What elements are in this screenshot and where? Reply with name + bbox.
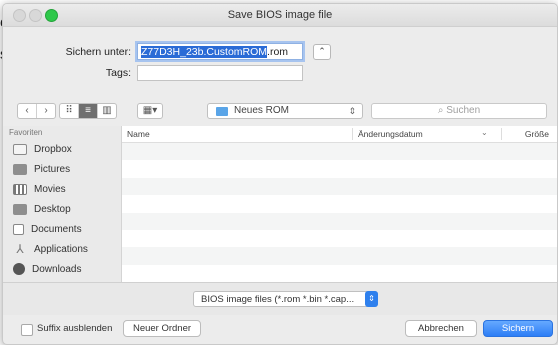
filename-extension: .rom xyxy=(267,46,289,58)
save-as-label: Sichern unter: xyxy=(65,45,131,58)
filename-selected-text: Z77D3H_23b.CustomROM xyxy=(141,46,268,58)
file-list-header: Name Änderungsdatum ⌄ Größe xyxy=(122,126,557,143)
sidebar-item-pictures[interactable]: Pictures xyxy=(3,159,121,179)
sidebar-item-applications[interactable]: ⅄ Applications xyxy=(3,239,121,259)
save-as-row: Sichern unter: Z77D3H_23b.CustomROM.rom … xyxy=(3,43,331,60)
list-row xyxy=(122,160,557,177)
popup-arrows-icon: ⇕ xyxy=(365,291,378,307)
search-icon: ⌕ xyxy=(437,105,444,116)
list-row xyxy=(122,195,557,212)
arrange-button[interactable]: ▦▾ xyxy=(137,103,163,119)
view-mode-control: ⠿ ≡ ▥ xyxy=(59,103,117,119)
list-row xyxy=(122,230,557,247)
sidebar-item-label: Dropbox xyxy=(34,143,72,155)
save-button[interactable]: Sichern xyxy=(483,320,553,337)
tags-input[interactable] xyxy=(137,65,303,81)
grid-icon: ▦▾ xyxy=(142,105,158,116)
browser-toolbar: ‹ › ⠿ ≡ ▥ ▦▾ Neues ROM ⇕ ⌕ Suchen xyxy=(3,101,557,125)
sidebar: Favoriten Dropbox Pictures Movies Deskto… xyxy=(3,126,122,282)
sidebar-item-label: Movies xyxy=(34,183,66,195)
dialog-footer: Suffix ausblenden Neuer Ordner Abbrechen… xyxy=(3,315,557,344)
sidebar-item-label: Pictures xyxy=(34,163,71,175)
column-header-size[interactable]: Größe xyxy=(525,129,549,139)
forward-button[interactable]: › xyxy=(37,104,55,118)
chevron-up-icon: ⌃ xyxy=(318,45,326,56)
file-format-label: BIOS image files (*.rom *.bin *.cap... xyxy=(201,294,355,305)
column-divider[interactable] xyxy=(501,128,502,140)
hide-extension-checkbox[interactable] xyxy=(21,324,33,336)
file-list[interactable]: Name Änderungsdatum ⌄ Größe xyxy=(122,126,557,282)
save-dialog: Save BIOS image file Sichern unter: Z77D… xyxy=(2,3,558,345)
folder-icon xyxy=(216,107,228,116)
applications-icon: ⅄ xyxy=(16,241,24,256)
cancel-button[interactable]: Abbrechen xyxy=(405,320,477,337)
sidebar-item-label: Downloads xyxy=(32,263,82,275)
column-header-name[interactable]: Name xyxy=(127,129,150,139)
collapse-button[interactable]: ⌃ xyxy=(313,43,331,60)
sidebar-item-movies[interactable]: Movies xyxy=(3,179,121,199)
title-bar: Save BIOS image file xyxy=(3,4,557,27)
sidebar-item-label: Documents xyxy=(31,223,82,235)
new-folder-button[interactable]: Neuer Ordner xyxy=(123,320,201,337)
filename-input[interactable]: Z77D3H_23b.CustomROM.rom xyxy=(137,43,303,60)
tags-label: Tags: xyxy=(105,67,131,79)
list-row xyxy=(122,177,557,196)
dialog-title: Save BIOS image file xyxy=(227,9,333,21)
list-row xyxy=(122,265,557,282)
hide-extension-label[interactable]: Suffix ausblenden xyxy=(37,323,112,334)
file-format-select[interactable]: BIOS image files (*.rom *.bin *.cap... ⇕ xyxy=(193,291,378,307)
back-button[interactable]: ‹ xyxy=(18,104,37,118)
camera-icon xyxy=(13,163,27,175)
format-bar: BIOS image files (*.rom *.bin *.cap... ⇕ xyxy=(3,282,557,315)
folder-icon xyxy=(13,143,27,155)
tags-row: Tags: xyxy=(3,65,303,81)
sidebar-item-desktop[interactable]: Desktop xyxy=(3,199,121,219)
document-icon xyxy=(13,223,24,235)
download-icon xyxy=(13,263,25,275)
sidebar-item-documents[interactable]: Documents xyxy=(3,219,121,239)
search-field[interactable]: ⌕ Suchen xyxy=(371,103,547,119)
sidebar-item-dropbox[interactable]: Dropbox xyxy=(3,139,121,159)
sidebar-item-downloads[interactable]: Downloads xyxy=(3,259,121,279)
list-row xyxy=(122,247,557,265)
icon-view-button[interactable]: ⠿ xyxy=(60,104,79,118)
column-divider[interactable] xyxy=(352,128,353,140)
list-row xyxy=(122,143,557,161)
file-list-rows xyxy=(122,143,557,282)
film-icon xyxy=(13,183,27,195)
sidebar-item-label: Desktop xyxy=(34,203,71,215)
sidebar-heading: Favoriten xyxy=(9,128,43,137)
sidebar-item-label: Applications xyxy=(34,243,88,255)
search-placeholder: Suchen xyxy=(446,105,481,116)
column-header-date[interactable]: Änderungsdatum xyxy=(358,129,423,139)
column-view-button[interactable]: ▥ xyxy=(98,104,116,118)
sort-chevron-icon: ⌄ xyxy=(481,128,488,137)
location-label: Neues ROM xyxy=(234,105,290,116)
list-row xyxy=(122,212,557,230)
list-view-button[interactable]: ≡ xyxy=(79,104,98,118)
popup-arrows-icon: ⇕ xyxy=(348,106,356,116)
location-popup[interactable]: Neues ROM ⇕ xyxy=(207,103,363,119)
desktop-icon xyxy=(13,203,27,215)
back-forward-control: ‹ › xyxy=(17,103,56,119)
